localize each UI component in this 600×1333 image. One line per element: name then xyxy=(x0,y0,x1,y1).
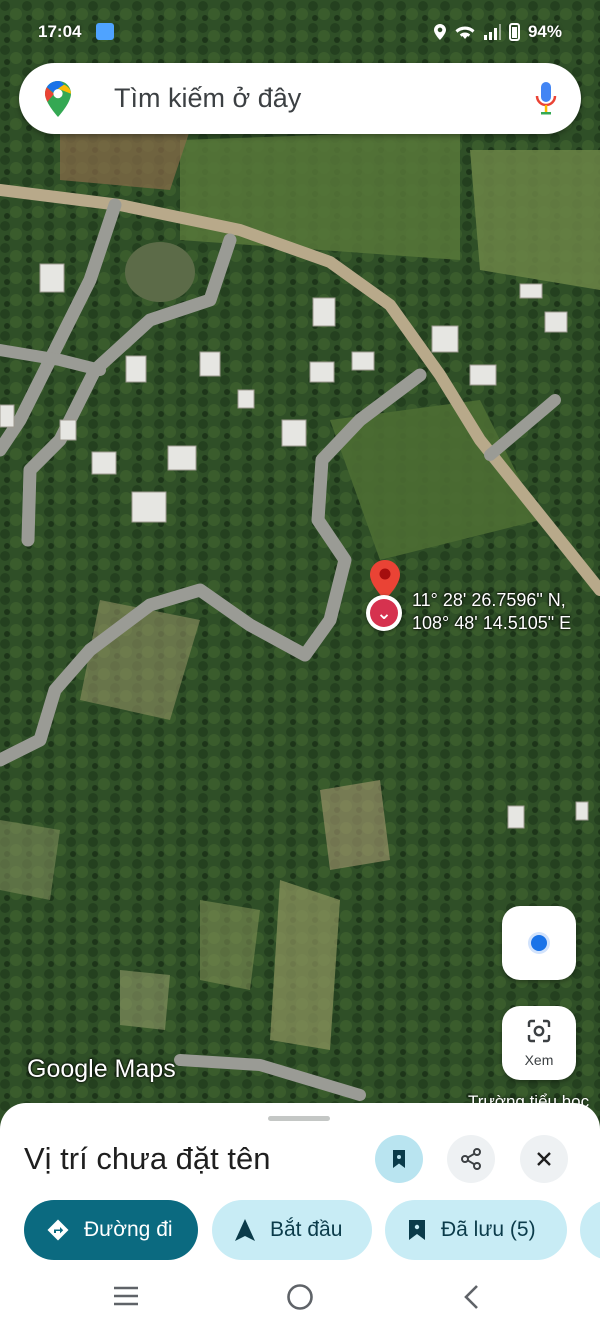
directions-button[interactable]: Đường đi xyxy=(24,1200,198,1260)
signal-icon xyxy=(483,24,501,40)
status-icons: 94% xyxy=(433,22,562,42)
status-bar: 17:04 94% xyxy=(0,0,600,62)
bookmark-icon xyxy=(393,1150,405,1168)
status-time: 17:04 xyxy=(38,22,82,41)
search-bar[interactable]: Tìm kiếm ở đây xyxy=(19,63,581,134)
home-icon[interactable] xyxy=(285,1282,315,1312)
dropped-location-marker[interactable]: ⌄ xyxy=(366,595,402,631)
mic-icon[interactable] xyxy=(533,80,559,118)
google-maps-attribution: Google Maps xyxy=(27,1055,176,1083)
save-place-button[interactable] xyxy=(375,1135,423,1183)
coordinates-label: 11° 28' 26.7596" N, 108° 48' 14.5105" E xyxy=(412,589,571,635)
my-location-button[interactable] xyxy=(502,906,576,980)
place-title: Vị trí chưa đặt tên xyxy=(24,1141,271,1176)
saved-label: Đã lưu (5) xyxy=(441,1218,536,1241)
start-label: Bắt đầu xyxy=(270,1218,343,1241)
recent-apps-icon[interactable] xyxy=(112,1284,140,1308)
system-navigation-bar xyxy=(0,1268,600,1333)
start-navigation-button[interactable]: Bắt đầu xyxy=(212,1200,372,1260)
share-button[interactable] xyxy=(447,1135,495,1183)
close-icon xyxy=(537,1152,551,1166)
lens-view-label: Xem xyxy=(524,1052,554,1068)
share-icon xyxy=(461,1148,481,1170)
navigation-arrow-icon xyxy=(235,1219,255,1241)
close-button[interactable] xyxy=(520,1135,568,1183)
chevron-down-icon: ⌄ xyxy=(370,599,398,627)
directions-icon xyxy=(47,1219,69,1241)
location-icon xyxy=(433,24,446,40)
wifi-icon xyxy=(455,26,475,39)
camera-lens-icon xyxy=(527,1019,551,1043)
latitude-text: 11° 28' 26.7596" N, xyxy=(412,590,566,610)
battery-icon xyxy=(508,23,520,41)
battery-percent: 94% xyxy=(527,22,562,41)
saved-button[interactable]: Đã lưu (5) xyxy=(385,1200,567,1260)
drag-handle[interactable] xyxy=(268,1116,330,1121)
back-icon[interactable] xyxy=(460,1284,484,1310)
longitude-text: 108° 48' 14.5105" E xyxy=(412,613,572,633)
location-dot-icon xyxy=(531,935,547,951)
gallery-icon xyxy=(96,23,114,40)
lens-view-button[interactable]: Xem xyxy=(502,1006,576,1080)
bookmark-icon xyxy=(409,1220,425,1240)
google-maps-logo-icon xyxy=(45,81,71,117)
more-actions-chip[interactable] xyxy=(580,1200,600,1260)
directions-label: Đường đi xyxy=(84,1218,173,1241)
search-input[interactable]: Tìm kiếm ở đây xyxy=(114,83,301,114)
